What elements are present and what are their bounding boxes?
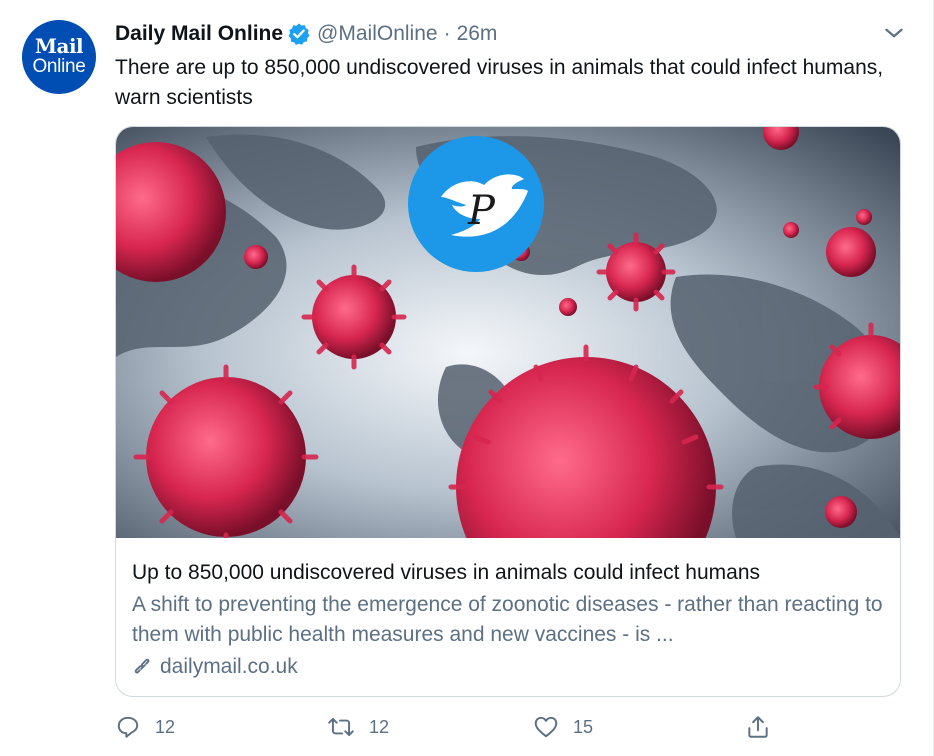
retweet-icon [328, 717, 354, 737]
card-description: A shift to preventing the emergence of z… [132, 593, 883, 646]
retweet-button[interactable]: 12 [327, 708, 389, 746]
tweet-time[interactable]: 26m [457, 22, 498, 46]
like-button[interactable]: 15 [533, 708, 593, 746]
verified-badge-icon [288, 23, 310, 45]
reply-count: 12 [155, 716, 176, 737]
card-title[interactable]: Up to 850,000 undiscovered viruses in an… [132, 558, 892, 588]
share-button[interactable] [745, 708, 785, 746]
card-body: Up to 850,000 undiscovered viruses in an… [132, 558, 892, 682]
card-link[interactable]: dailymail.co.uk [132, 652, 892, 682]
avatar[interactable]: Mail Online [22, 20, 96, 94]
heart-icon [534, 716, 558, 738]
reply-icon [117, 716, 139, 738]
author-handle[interactable]: @MailOnline [317, 22, 438, 46]
share-icon [748, 716, 768, 738]
reply-button[interactable]: 12 [115, 708, 175, 746]
card-image[interactable]: P [116, 127, 900, 538]
tweet[interactable]: Mail Online Daily Mail Online @MailOnlin… [0, 0, 934, 756]
virus-world-map-image: P [116, 127, 900, 538]
watermark-logo: P [408, 136, 544, 272]
card-link-text[interactable]: dailymail.co.uk [160, 652, 298, 682]
retweet-count: 12 [369, 716, 390, 737]
tweet-text: There are up to 850,000 undiscovered vir… [115, 56, 884, 109]
tweet-actions: 12 12 15 [115, 708, 795, 746]
like-count: 15 [573, 716, 594, 737]
link-card[interactable]: P Up to 850,000 undiscovered viruses in … [115, 126, 901, 697]
tweet-header: Daily Mail Online @MailOnline · 26m [115, 19, 497, 49]
chevron-down-icon[interactable] [881, 20, 907, 46]
avatar-line1: Mail [34, 34, 84, 58]
link-icon [134, 658, 150, 674]
author-name[interactable]: Daily Mail Online [115, 22, 283, 46]
avatar-line2: Online [32, 56, 86, 77]
svg-text:P: P [467, 188, 496, 234]
separator-dot: · [443, 22, 451, 45]
